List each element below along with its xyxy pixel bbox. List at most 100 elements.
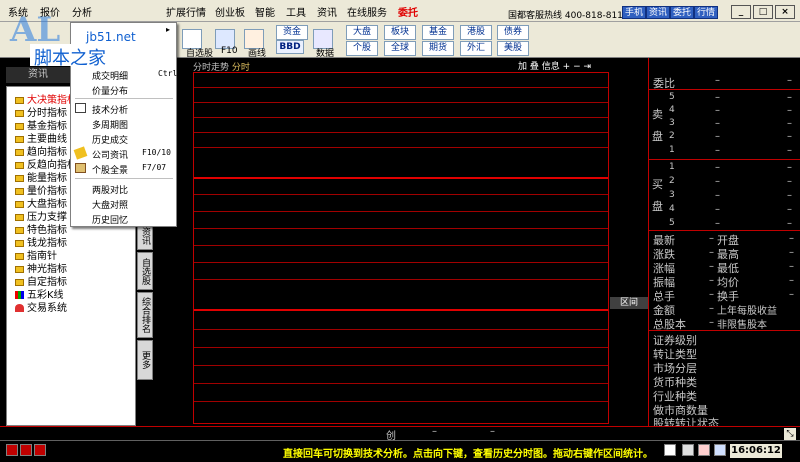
grid-line xyxy=(194,279,608,280)
menu-gem[interactable]: 创业板 xyxy=(215,4,245,19)
menu-info[interactable]: 资讯 xyxy=(317,4,337,19)
menu-online-service[interactable]: 在线服务 xyxy=(347,4,387,19)
stat-value: – xyxy=(709,247,714,258)
buy-level: 3 xyxy=(669,190,675,200)
fund-button[interactable]: 基金 xyxy=(422,25,454,40)
buy-level: 5 xyxy=(669,218,675,228)
zoom-out-icon[interactable]: − xyxy=(573,62,581,72)
folder-icon xyxy=(15,213,24,221)
tray-icon[interactable] xyxy=(664,444,676,456)
status-indicator-icon[interactable] xyxy=(34,444,46,456)
menu-separator xyxy=(75,178,173,179)
colorful-k-icon xyxy=(15,291,24,299)
menu-item-compare-stocks[interactable]: 两股对比 xyxy=(92,183,128,196)
zoom-in-icon[interactable]: + xyxy=(563,62,571,72)
grid-line xyxy=(194,329,608,330)
network-icon[interactable] xyxy=(714,444,726,456)
expand-icon[interactable]: ⤡ xyxy=(784,428,796,440)
pin-icon[interactable]: ⇥ xyxy=(584,62,592,72)
mode-trade-button[interactable]: 委托 xyxy=(670,6,694,19)
grid-line xyxy=(194,87,608,88)
stat-value: – xyxy=(709,289,714,300)
folder-icon xyxy=(15,200,24,208)
tray-icon[interactable] xyxy=(682,444,694,456)
stat-value: – xyxy=(709,275,714,286)
service-hotline: 国都客服热线 400-818-8118 xyxy=(508,11,629,21)
mode-mobile-button[interactable]: 手机 xyxy=(622,6,646,19)
grid-line xyxy=(194,117,608,118)
menu-extended-quotes[interactable]: 扩展行情 xyxy=(166,4,206,19)
bond-button[interactable]: 债券 xyxy=(497,25,529,40)
menu-item-technical-analysis[interactable]: 技术分析 xyxy=(92,103,128,116)
menu-item-trade-details[interactable]: 成交明细 Ctrl+T xyxy=(92,69,187,82)
buy-level: 1 xyxy=(669,162,675,172)
tree-item[interactable]: 交易系统 xyxy=(15,299,67,314)
buy-volume: – xyxy=(787,176,792,187)
toolbar-f10-label: F10 xyxy=(221,46,238,56)
side-tab-more[interactable]: 更多 xyxy=(137,340,153,380)
grid-line-center xyxy=(194,177,608,179)
market-button[interactable]: 大盘 xyxy=(346,25,378,40)
sell-level: 3 xyxy=(669,118,675,128)
bottom-hint-text: 直接回车可切换到技术分析。点击向下键，查看历史分时图。拖动右键作区间统计。 xyxy=(283,449,653,460)
menu-item-company-info[interactable]: 公司资讯 F10/10 xyxy=(92,148,174,161)
info-button[interactable]: 信息 xyxy=(542,62,560,72)
menu-item-history-recall[interactable]: 历史回忆 xyxy=(92,213,128,226)
buy-level: 4 xyxy=(669,204,675,214)
menu-item-multi-period[interactable]: 多周期图 xyxy=(92,118,128,131)
stat-eps-label: 上年每股收益 xyxy=(717,306,777,317)
grid-line xyxy=(194,347,608,348)
stat-value: – xyxy=(789,275,794,286)
menu-smart[interactable]: 智能 xyxy=(255,4,275,19)
intraday-chart[interactable] xyxy=(193,72,609,424)
status-indicator-icon[interactable] xyxy=(20,444,32,456)
status-indicator-icon[interactable] xyxy=(6,444,18,456)
hk-stock-button[interactable]: 港股 xyxy=(460,25,492,40)
stat-value: – xyxy=(789,261,794,272)
side-tab-favorites[interactable]: 自选股 xyxy=(137,252,153,290)
stat-float-label: 非限售股本 xyxy=(717,320,767,331)
forex-button[interactable]: 外汇 xyxy=(460,41,492,56)
bottom-bar: 直接回车可切换到技术分析。点击向下键，查看历史分时图。拖动右键作区间统计。 16… xyxy=(0,440,800,462)
minimize-button[interactable]: _ xyxy=(731,5,751,19)
mode-info-button[interactable]: 资讯 xyxy=(646,6,670,19)
sell-price: – xyxy=(715,118,720,129)
buy-volume: – xyxy=(787,190,792,201)
mode-quote-button[interactable]: 行情 xyxy=(694,6,718,19)
us-stock-button[interactable]: 美股 xyxy=(497,41,529,56)
trade-system-icon xyxy=(15,304,24,312)
overlay-add-button[interactable]: 加 xyxy=(518,62,527,72)
close-button[interactable]: × xyxy=(775,5,795,19)
folder-icon xyxy=(15,252,24,260)
menu-tools[interactable]: 工具 xyxy=(286,4,306,19)
technical-chart-icon xyxy=(75,103,86,113)
sector-button[interactable]: 板块 xyxy=(384,25,416,40)
calendar-icon[interactable] xyxy=(698,444,710,456)
folder-icon xyxy=(15,187,24,195)
stock-button[interactable]: 个股 xyxy=(346,41,378,56)
side-tab-ranking[interactable]: 综合排名 xyxy=(137,292,153,338)
capital-button[interactable]: 资金 xyxy=(276,25,308,40)
sell-level: 4 xyxy=(669,105,675,115)
divider xyxy=(649,89,800,90)
overlay-stack-button[interactable]: 叠 xyxy=(530,62,539,72)
maximize-button[interactable]: □ xyxy=(753,5,773,19)
menu-item-price-volume[interactable]: 价量分布 xyxy=(92,84,128,97)
menu-item-stock-panorama[interactable]: 个股全景 F7/07 xyxy=(92,163,174,176)
menu-item-history-trades[interactable]: 历史成交 xyxy=(92,133,128,146)
stat-value: – xyxy=(709,233,714,244)
status-value: – xyxy=(432,426,437,437)
status-value: – xyxy=(490,426,495,437)
watermark-url: jb51.net xyxy=(86,30,136,44)
folder-icon xyxy=(15,239,24,247)
grid-line xyxy=(194,383,608,384)
range-button[interactable]: 区间 xyxy=(610,297,648,309)
grid-line xyxy=(194,132,608,133)
futures-button[interactable]: 期货 xyxy=(422,41,454,56)
sell-level: 2 xyxy=(669,131,675,141)
grid-line xyxy=(194,401,608,402)
global-button[interactable]: 全球 xyxy=(384,41,416,56)
menu-item-index-compare[interactable]: 大盘对照 xyxy=(92,198,128,211)
bbd-button[interactable]: BBD xyxy=(276,40,304,54)
menu-trade[interactable]: 委托 xyxy=(398,4,418,19)
